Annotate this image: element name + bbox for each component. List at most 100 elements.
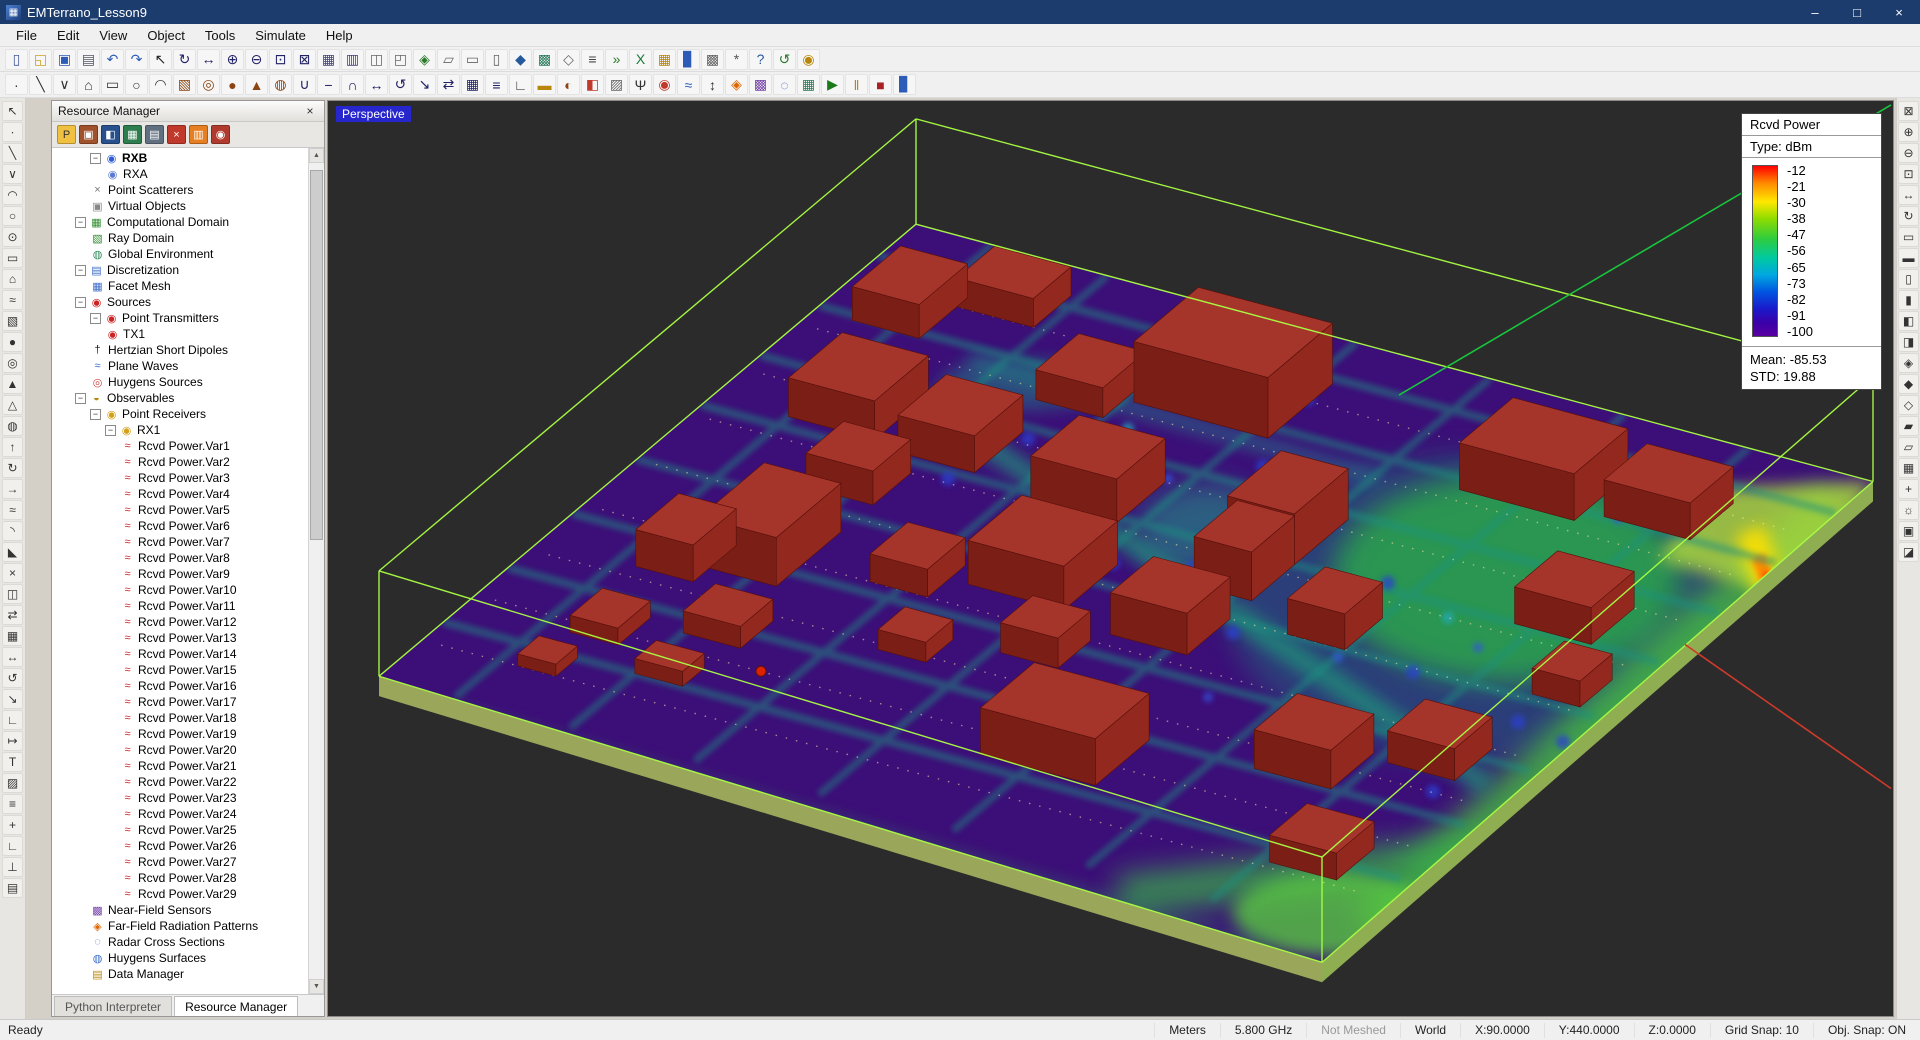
tree-item-rcvd-power-var20[interactable]: ≈Rcvd Power.Var20 <box>52 742 308 758</box>
tree-expander-icon[interactable]: − <box>90 313 101 324</box>
menu-item[interactable]: Edit <box>47 26 89 45</box>
dipole-icon[interactable]: ↕ <box>701 74 724 95</box>
tree-item-rcvd-power-var16[interactable]: ≈Rcvd Power.Var16 <box>52 678 308 694</box>
ucs-tool-icon[interactable]: ⊥ <box>2 857 23 877</box>
tree-item-near-field-sensors[interactable]: ▩Near-Field Sensors <box>52 902 308 918</box>
cylinder-tool-icon[interactable]: ◎ <box>2 353 23 373</box>
array-icon[interactable]: ▦ <box>461 74 484 95</box>
python-script-icon[interactable]: P <box>57 125 76 144</box>
tree-item-rcvd-power-var5[interactable]: ≈Rcvd Power.Var5 <box>52 502 308 518</box>
sphere-icon[interactable]: ● <box>221 74 244 95</box>
delete-item-icon[interactable]: × <box>167 125 186 144</box>
pan-icon[interactable]: ↔ <box>197 49 220 70</box>
view-top-icon[interactable]: ▭ <box>1898 227 1919 247</box>
material-icon[interactable]: ◐ <box>557 74 580 95</box>
sphere-tool-icon[interactable]: ● <box>2 332 23 352</box>
python-console-icon[interactable]: » <box>605 49 628 70</box>
scale-icon[interactable]: ↘ <box>413 74 436 95</box>
tree-item-rcvd-power-var2[interactable]: ≈Rcvd Power.Var2 <box>52 454 308 470</box>
polygon-tool-icon[interactable]: ⌂ <box>2 269 23 289</box>
select-arrow-icon[interactable]: ↖ <box>149 49 172 70</box>
tree-scrollbar[interactable]: ▲ ▼ <box>308 148 324 994</box>
antenna-icon[interactable]: Ψ <box>629 74 652 95</box>
view-front-icon[interactable]: ▯ <box>1898 269 1919 289</box>
iso-view-icon[interactable]: ◈ <box>413 49 436 70</box>
select-tool-icon[interactable]: ↖ <box>2 101 23 121</box>
help-icon[interactable]: ? <box>749 49 772 70</box>
tree-item-rcvd-power-var9[interactable]: ≈Rcvd Power.Var9 <box>52 566 308 582</box>
move-icon[interactable]: ↔ <box>365 74 388 95</box>
tree-item-rcvd-power-var3[interactable]: ≈Rcvd Power.Var3 <box>52 470 308 486</box>
tree-item-rcvd-power-var29[interactable]: ≈Rcvd Power.Var29 <box>52 886 308 902</box>
pause-simulation-icon[interactable]: ‖ <box>845 74 868 95</box>
trim-tool-icon[interactable]: × <box>2 563 23 583</box>
point-icon[interactable]: ∙ <box>5 74 28 95</box>
subtract-icon[interactable]: − <box>317 74 340 95</box>
panel-tab[interactable]: Python Interpreter <box>54 996 172 1016</box>
port-icon[interactable]: ◉ <box>653 74 676 95</box>
tree-item-rcvd-power-var18[interactable]: ≈Rcvd Power.Var18 <box>52 710 308 726</box>
tree-item-rcvd-power-var4[interactable]: ≈Rcvd Power.Var4 <box>52 486 308 502</box>
tree-item-rxb[interactable]: −◉RXB <box>52 150 308 166</box>
tree-item-facet-mesh[interactable]: ▦Facet Mesh <box>52 278 308 294</box>
calculator-icon[interactable]: ▩ <box>701 49 724 70</box>
perspective-toggle-icon[interactable]: ◆ <box>1898 374 1919 394</box>
save-icon[interactable]: ▣ <box>53 49 76 70</box>
chamfer-tool-icon[interactable]: ◣ <box>2 542 23 562</box>
polyline-tool-icon[interactable]: ∨ <box>2 164 23 184</box>
pyramid-tool-icon[interactable]: △ <box>2 395 23 415</box>
tree-item-huygens-surfaces[interactable]: ◍Huygens Surfaces <box>52 950 308 966</box>
torus-tool-icon[interactable]: ◍ <box>2 416 23 436</box>
tree-item-discretization[interactable]: −▤Discretization <box>52 262 308 278</box>
rectangle-tool-icon[interactable]: ▭ <box>2 248 23 268</box>
tree-item-rcvd-power-var25[interactable]: ≈Rcvd Power.Var25 <box>52 822 308 838</box>
near-field-icon[interactable]: ▩ <box>749 74 772 95</box>
extrude-tool-icon[interactable]: ↑ <box>2 437 23 457</box>
tree-item-rcvd-power-var19[interactable]: ≈Rcvd Power.Var19 <box>52 726 308 742</box>
tree-item-rxa[interactable]: ◉RXA <box>52 166 308 182</box>
tree-item-rcvd-power-var21[interactable]: ≈Rcvd Power.Var21 <box>52 758 308 774</box>
tree-item-rcvd-power-var22[interactable]: ≈Rcvd Power.Var22 <box>52 774 308 790</box>
tree-item-ray-domain[interactable]: ▧Ray Domain <box>52 230 308 246</box>
shaded-mode-icon[interactable]: ▰ <box>1898 416 1919 436</box>
pan-view-icon[interactable]: ↔ <box>1898 185 1919 205</box>
tx1-marker[interactable] <box>756 666 766 676</box>
panel-close-icon[interactable]: × <box>302 104 318 118</box>
project-folder-icon[interactable]: ▣ <box>79 125 98 144</box>
loft-tool-icon[interactable]: ≈ <box>2 500 23 520</box>
tree-item-rcvd-power-var8[interactable]: ≈Rcvd Power.Var8 <box>52 550 308 566</box>
chart-icon[interactable]: ▊ <box>677 49 700 70</box>
scale-tool-icon[interactable]: ↘ <box>2 689 23 709</box>
menu-item[interactable]: View <box>89 26 137 45</box>
tree-item-radar-cross-sections[interactable]: ◌Radar Cross Sections <box>52 934 308 950</box>
light-toggle-icon[interactable]: ☼ <box>1898 500 1919 520</box>
tree-item-huygens-sources[interactable]: ◎Huygens Sources <box>52 374 308 390</box>
array-tool-icon[interactable]: ▦ <box>2 626 23 646</box>
view-bottom-icon[interactable]: ▬ <box>1898 248 1919 268</box>
rectangle-icon[interactable]: ▭ <box>101 74 124 95</box>
polygon-icon[interactable]: ⌂ <box>77 74 100 95</box>
menu-item[interactable]: File <box>6 26 47 45</box>
tree-item-computational-domain[interactable]: −▦Computational Domain <box>52 214 308 230</box>
tree-item-rx1[interactable]: −◉RX1 <box>52 422 308 438</box>
rotate-icon[interactable]: ↺ <box>389 74 412 95</box>
menu-item[interactable]: Help <box>316 26 363 45</box>
text-tool-icon[interactable]: T <box>2 752 23 772</box>
ellipse-tool-icon[interactable]: ⊙ <box>2 227 23 247</box>
tree-item-rcvd-power-var10[interactable]: ≈Rcvd Power.Var10 <box>52 582 308 598</box>
display-settings-icon[interactable]: ◧ <box>101 125 120 144</box>
view-right-icon[interactable]: ◨ <box>1898 332 1919 352</box>
tree-item-rcvd-power-var26[interactable]: ≈Rcvd Power.Var26 <box>52 838 308 854</box>
spline-tool-icon[interactable]: ≈ <box>2 290 23 310</box>
box-tool-icon[interactable]: ▧ <box>2 311 23 331</box>
tree-expander-icon[interactable]: − <box>90 153 101 164</box>
redo-icon[interactable]: ↷ <box>125 49 148 70</box>
ruler-icon[interactable]: ▬ <box>533 74 556 95</box>
polyline-icon[interactable]: ∨ <box>53 74 76 95</box>
hidden-line-icon[interactable]: ▱ <box>1898 437 1919 457</box>
line-tool-icon[interactable]: ╲ <box>2 143 23 163</box>
texture-icon[interactable]: ▨ <box>605 74 628 95</box>
tree-expander-icon[interactable]: − <box>75 265 86 276</box>
zoom-out-icon[interactable]: ⊖ <box>245 49 268 70</box>
zoom-extents-icon[interactable]: ⊠ <box>293 49 316 70</box>
